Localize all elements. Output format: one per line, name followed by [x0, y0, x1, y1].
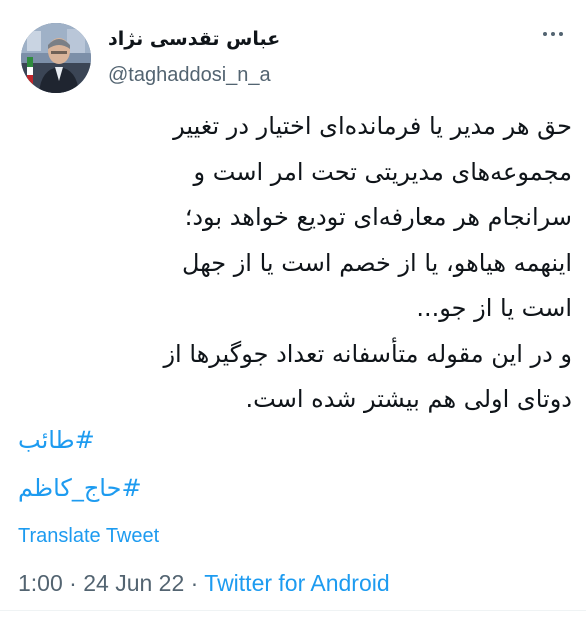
display-name-text: عباس تقدسی نژاد [108, 28, 281, 50]
tweet-text-line: سرانجام هر معارفه‌ای تودیع خواهد بود؛ [184, 203, 572, 231]
tweet-card: عباس تقدسی نژاد @taghaddosi_n_a حق هر مد… [0, 0, 586, 620]
tweet-text-line: اینهمه هیاهو، یا از خصم است یا از جهل [182, 248, 572, 277]
meta-separator: · [69, 570, 77, 596]
tweet-text-line: مجموعه‌های مدیریتی تحت امر است و [193, 157, 572, 186]
tweet-time[interactable]: 1:00 [18, 570, 63, 596]
hashtag-link[interactable]: #حاج_کاظم [18, 468, 238, 508]
tweet-header: عباس تقدسی نژاد @taghaddosi_n_a [0, 0, 586, 100]
avatar[interactable] [21, 23, 91, 93]
hashtag-text: #حاج_کاظم [18, 474, 142, 502]
tweet-text-line: حق هر مدیر یا فرمانده‌ای اختیار در تغییر [173, 112, 572, 140]
translate-tweet-link[interactable]: Translate Tweet [18, 522, 159, 550]
tweet-text: حق هر مدیر یا فرمانده‌ای اختیار در تغییر… [14, 104, 572, 423]
tweet-text-line: دوتای اولی هم بیشتر شده است. [245, 385, 572, 413]
profile-photo-icon [21, 23, 91, 93]
more-options-button[interactable] [538, 30, 568, 54]
tweet-meta: 1:00 · 24 Jun 22 · Twitter for Android [18, 568, 390, 598]
tweet-text-line: و در این مقوله متأسفانه تعداد جوگیرها از [163, 339, 572, 368]
tweet-date[interactable]: 24 Jun 22 [83, 570, 184, 596]
tweet-source-link[interactable]: Twitter for Android [204, 570, 389, 596]
hashtag-text: #طائب [18, 426, 95, 454]
author-handle[interactable]: @taghaddosi_n_a [108, 62, 271, 88]
divider [0, 610, 586, 611]
meta-separator: · [190, 570, 199, 596]
author-display-name[interactable]: عباس تقدسی نژاد [108, 26, 308, 52]
hashtag-link[interactable]: #طائب [18, 420, 238, 460]
tweet-text-line: است یا از جو... [416, 294, 572, 322]
